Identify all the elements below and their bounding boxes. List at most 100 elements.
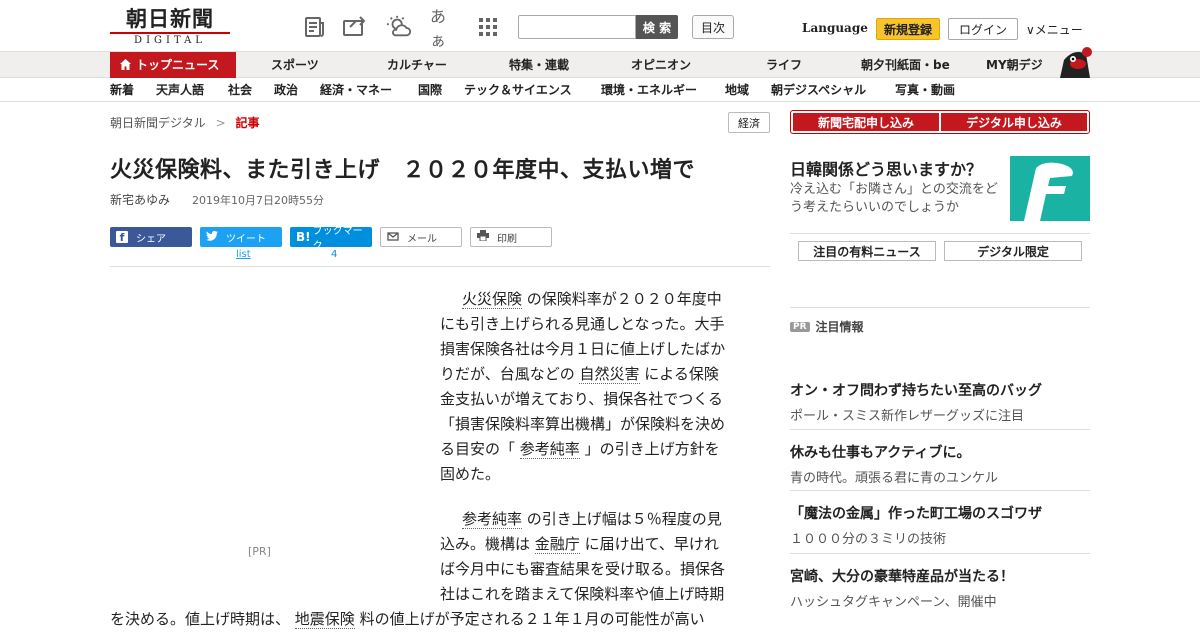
nav2-region[interactable]: 地域	[725, 78, 749, 102]
feature-text: 冷え込む「お隣さん」との交流をどう考えたらいいのでしょうか	[790, 182, 998, 215]
article-line: 「損害保険料率算出機構」が保険料を決め	[440, 415, 726, 433]
nav2-environment[interactable]: 環境・エネルギー	[601, 78, 697, 102]
print-button[interactable]: 印刷	[470, 227, 552, 247]
pr-item-desc: ハッシュタグキャンペーン、開催中	[790, 595, 997, 610]
article-title: 火災保険料、また引き上げ ２０２０年度中、支払い増で	[110, 158, 696, 183]
mail-icon	[387, 230, 399, 244]
mail-button[interactable]: メール	[380, 227, 462, 247]
article-line: ば今月中にも審査結果を受け取る。損保各	[440, 560, 726, 578]
feature-image[interactable]	[1010, 156, 1090, 221]
article-line: 社はこれを踏まえて保険料率や値上げ時期	[440, 585, 725, 603]
nav2-international[interactable]: 国際	[418, 78, 442, 102]
pr-item-desc: １０００分の３ミリの技術	[790, 532, 947, 547]
subscription-buttons: 新聞宅配申し込み デジタル申し込み	[790, 110, 1090, 134]
article-line: 固めた。	[440, 465, 501, 483]
nav-life[interactable]: ライフ	[766, 52, 802, 78]
nav-my[interactable]: MY朝デジ	[986, 52, 1043, 78]
primary-nav: トップニュース スポーツ カルチャー 特集・連載 オピニオン ライフ 朝夕刊紙面…	[0, 47, 1200, 78]
breadcrumb-separator: >	[215, 116, 226, 130]
mascot-icon[interactable]	[1054, 44, 1094, 78]
keyword-link[interactable]: 参考純率	[462, 510, 523, 529]
nav2-society[interactable]: 社会	[228, 78, 252, 102]
facebook-share-button[interactable]: f シェア	[110, 227, 192, 247]
home-icon	[120, 53, 131, 79]
search-button[interactable]: 検 索	[636, 15, 678, 39]
article-line: る目安の「 参考純率 」の引き上げ方針を	[440, 440, 720, 459]
pr-item[interactable]: 「魔法の金属」作った町工場のスゴワザ １０００分の３ミリの技術	[790, 490, 1090, 547]
font-size-icon[interactable]: あぁ	[430, 7, 456, 50]
article-line: 火災保険 の保険料率が２０２０年度中	[462, 290, 722, 309]
share-icon[interactable]	[342, 14, 368, 40]
digital-subscribe-button[interactable]: デジタル申し込み	[941, 113, 1087, 131]
hatena-count[interactable]: 4	[331, 249, 337, 260]
nav-culture[interactable]: カルチャー	[387, 52, 447, 78]
secondary-nav: 新着 天声人語 社会 政治 経済・マネー 国際 テック＆サイエンス 環境・エネル…	[0, 78, 1200, 102]
newspaper-icon[interactable]	[302, 14, 328, 40]
feature-title[interactable]: 日韓関係どう思いますか？	[790, 156, 982, 180]
category-tag[interactable]: 経済	[728, 112, 770, 133]
breadcrumb-home[interactable]: 朝日新聞デジタル	[110, 116, 206, 130]
nav2-latest[interactable]: 新着	[110, 78, 134, 102]
nav-sports[interactable]: スポーツ	[271, 52, 319, 78]
article-line: 込み。機構は 金融庁 に届け出て、早けれ	[440, 535, 719, 554]
pr-item-title: 休みも仕事もアクティブに。	[790, 445, 971, 461]
nav2-economy[interactable]: 経済・マネー	[320, 78, 392, 102]
article-line: 参考純率 の引き上げ幅は５％程度の見	[462, 510, 722, 529]
keyword-link[interactable]: 地震保険	[294, 610, 355, 629]
search-input[interactable]	[518, 15, 636, 39]
article-line: にも引き上げられる見通しとなった。大手	[440, 315, 725, 333]
pr-item[interactable]: 休みも仕事もアクティブに。 青の時代。頑張る君に青のユンケル	[790, 429, 1090, 486]
keyword-link[interactable]: 金融庁	[534, 535, 580, 554]
keyword-link[interactable]: 参考純率	[519, 440, 580, 459]
language-link[interactable]: Language	[802, 21, 868, 35]
weather-icon[interactable]	[386, 14, 412, 40]
printer-icon	[477, 230, 489, 244]
hatena-bookmark-button[interactable]: B! ブックマーク	[290, 226, 372, 252]
nav2-tech[interactable]: テック＆サイエンス	[464, 78, 572, 102]
table-of-contents-button[interactable]: 目次	[692, 15, 734, 39]
article-line: 金支払いが増えており、損保各社でつくる	[440, 390, 723, 408]
register-button[interactable]: 新規登録	[876, 18, 940, 40]
nav-paper[interactable]: 朝夕刊紙面・be	[861, 52, 950, 78]
nav2-tenseijingo[interactable]: 天声人語	[156, 78, 204, 102]
article-line: を決める。値上げ時期は、 地震保険 料の値上げが予定される２１年１月の可能性が高…	[110, 610, 705, 629]
article-line: 損害保険各社は今月１日に値上げしたばか	[440, 340, 726, 358]
pr-item-title: 「魔法の金属」作った町工場のスゴワザ	[790, 506, 1042, 522]
article-line: りだが、台風などの 自然災害 による保険	[440, 365, 719, 384]
nav2-politics[interactable]: 政治	[274, 78, 298, 102]
logo-ja: 朝日新聞	[126, 6, 214, 31]
article-author: 新宅あゆみ	[110, 193, 171, 207]
apps-grid-icon[interactable]	[475, 14, 501, 40]
nav-opinion[interactable]: オピニオン	[631, 52, 691, 78]
digital-only-box[interactable]: デジタル限定	[944, 241, 1082, 261]
pr-item-title: オン・オフ問わず持ちたい至高のバッグ	[790, 383, 1042, 399]
breadcrumb-current: 記事	[235, 116, 260, 130]
logo-en: DIGITAL	[110, 32, 230, 46]
divider	[790, 233, 1090, 234]
nav2-photo[interactable]: 写真・動画	[895, 78, 955, 102]
twitter-count-link[interactable]: list	[236, 249, 251, 260]
keyword-link[interactable]: 火災保険	[462, 290, 523, 309]
twitter-share-button[interactable]: ツイート	[200, 227, 282, 247]
menu-button[interactable]: ∨メニュー	[1026, 21, 1083, 38]
hatena-icon: B!	[296, 230, 311, 244]
divider	[790, 429, 1090, 430]
divider	[790, 553, 1090, 554]
nav-features[interactable]: 特集・連載	[509, 52, 569, 78]
divider	[110, 266, 770, 267]
pr-item[interactable]: オン・オフ問わず持ちたい至高のバッグ ポール・スミス新作レザーグッズに注目	[790, 380, 1090, 424]
divider	[790, 490, 1090, 491]
pr-item-desc: 青の時代。頑張る君に青のユンケル	[790, 471, 999, 486]
global-header: 朝日新聞 DIGITAL あぁ 検 索 目次 Language 新規登録 ログイ…	[0, 0, 1200, 52]
pr-section-header: PR 注目情報	[790, 318, 864, 335]
nav-top-news[interactable]: トップニュース	[110, 52, 236, 78]
nav2-special[interactable]: 朝デジスペシャル	[771, 78, 866, 102]
chevron-down-icon: ∨	[1026, 23, 1035, 37]
login-button[interactable]: ログイン	[948, 18, 1018, 40]
pr-item[interactable]: 宮崎、大分の豪華特産品が当たる！ ハッシュタグキャンペーン、開催中	[790, 553, 1090, 610]
site-logo[interactable]: 朝日新聞 DIGITAL	[110, 8, 230, 46]
premium-news-box[interactable]: 注目の有料ニュース	[798, 241, 936, 261]
ad-label: [PR]	[248, 545, 271, 558]
newspaper-subscribe-button[interactable]: 新聞宅配申し込み	[793, 113, 939, 131]
keyword-link[interactable]: 自然災害	[579, 365, 640, 384]
